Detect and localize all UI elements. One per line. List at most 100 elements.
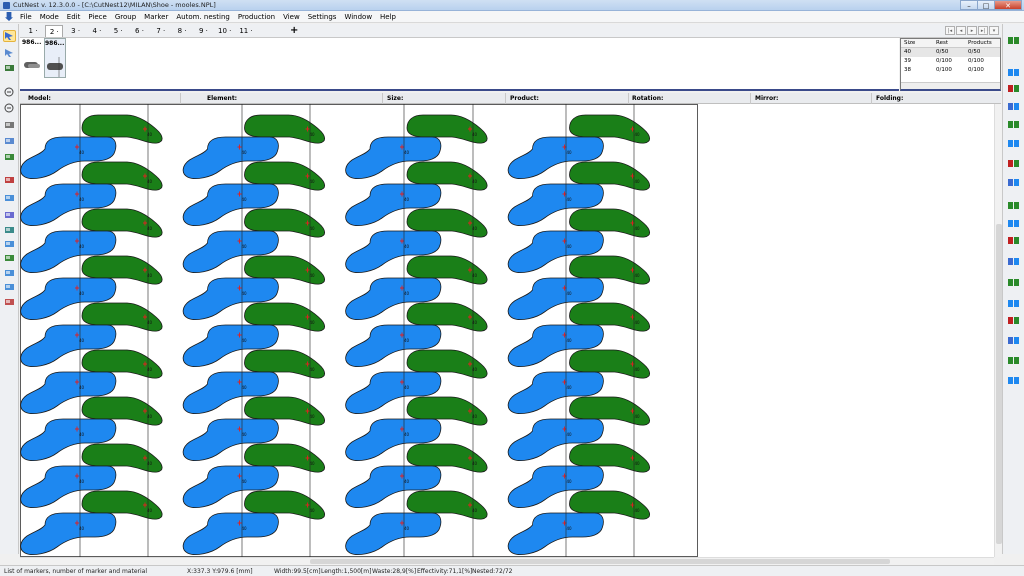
vertical-scrollbar[interactable]	[994, 104, 1002, 557]
side-tool-button-3[interactable]	[1007, 82, 1020, 94]
side-tool-button-16[interactable]	[1007, 334, 1020, 346]
menu-marker[interactable]: Marker	[140, 13, 172, 21]
next-marker-icon[interactable]: ▸	[967, 26, 977, 35]
marker-tab-2[interactable]: 2 ·	[45, 25, 64, 37]
table-row[interactable]: 39 0/100 0/100	[901, 57, 1000, 66]
marker-tab-9[interactable]: 9 ·	[194, 25, 212, 37]
tool-button-5[interactable]	[3, 102, 16, 114]
side-tool-button-9[interactable]	[1007, 199, 1020, 211]
menu-window[interactable]: Window	[340, 13, 376, 21]
side-tool-button-5[interactable]	[1007, 118, 1020, 130]
tool-button-2[interactable]	[3, 47, 16, 59]
tool-button-12[interactable]	[3, 224, 16, 236]
menu-edit[interactable]: Edit	[63, 13, 85, 21]
cell-size: 38	[904, 67, 911, 73]
tool-button-9[interactable]	[3, 174, 16, 186]
tool-button-4[interactable]	[3, 86, 16, 98]
nesting-canvas[interactable]: 40 40 40 40 40 40 40 40 40 40 40 40 40 40 40 40 40 40 40 40…	[20, 104, 994, 557]
prev-marker-icon[interactable]: ◂	[956, 26, 966, 35]
menu-help[interactable]: Help	[376, 13, 400, 21]
side-tool-button-11[interactable]	[1007, 234, 1020, 246]
piece-size-label: 40	[310, 461, 316, 466]
side-tool-button-4[interactable]	[1007, 100, 1020, 112]
tool-button-10[interactable]	[3, 192, 16, 204]
piece-size-label: 40	[404, 244, 410, 249]
column-divider	[382, 93, 383, 104]
scroll-thumb[interactable]	[310, 559, 890, 564]
marker-sheet[interactable]: 40 40 40 40 40 40 40 40 40 40 40 40 40 40 40 40 40 40 40 40…	[20, 104, 994, 557]
marker-tab-3[interactable]: 3 ·	[67, 25, 85, 37]
side-tool-button-7[interactable]	[1007, 157, 1020, 169]
side-tool-button-10[interactable]	[1007, 217, 1020, 229]
piece-size-label: 40	[242, 291, 248, 296]
marker-nav-buttons: |◂ ◂ ▸ ▸| ▾	[945, 26, 999, 35]
side-tool-button-18[interactable]	[1007, 374, 1020, 386]
side-tool-button-12[interactable]	[1007, 255, 1020, 267]
cell-size: 39	[904, 58, 911, 64]
marker-thumbnail-selected[interactable]: 986...	[44, 38, 66, 78]
maximize-button[interactable]: □	[977, 0, 995, 10]
add-marker-button[interactable]: +	[290, 24, 298, 37]
tool-button-14[interactable]	[3, 252, 16, 264]
tool-button-8[interactable]	[3, 151, 16, 163]
marker-tab-11[interactable]: 11 ·	[237, 25, 255, 37]
tool-button-1[interactable]	[3, 30, 16, 42]
menu-settings[interactable]: Settings	[304, 13, 341, 21]
piece-size-label: 40	[310, 179, 316, 184]
tool-button-11[interactable]	[3, 209, 16, 221]
side-tool-button-6[interactable]	[1007, 137, 1020, 149]
column-divider	[871, 93, 872, 104]
marker-thumbnail[interactable]: 986...	[22, 38, 42, 78]
tool-button-13[interactable]	[3, 238, 16, 250]
minimize-button[interactable]: –	[960, 0, 978, 10]
piece-size-label: 40	[404, 291, 410, 296]
cell-size: 40	[904, 49, 911, 55]
piece-info-header: Model: Element: Size: Product: Rotation:…	[20, 93, 1001, 104]
side-tool-button-13[interactable]	[1007, 276, 1020, 288]
dropdown-icon[interactable]: ▾	[989, 26, 999, 35]
side-tool-button-17[interactable]	[1007, 354, 1020, 366]
column-folding: Folding:	[876, 95, 904, 102]
menu-piece[interactable]: Piece	[84, 13, 110, 21]
piece-size-label: 40	[310, 320, 316, 325]
scroll-thumb[interactable]	[996, 224, 1002, 544]
side-tool-button-2[interactable]	[1007, 66, 1020, 78]
marker-tab-7[interactable]: 7 ·	[152, 25, 170, 37]
tool-button-16[interactable]	[3, 281, 16, 293]
side-tool-button-8[interactable]	[1007, 176, 1020, 188]
marker-tab-6[interactable]: 6 ·	[131, 25, 149, 37]
side-tool-button-15[interactable]	[1007, 314, 1020, 326]
menu-mode[interactable]: Mode	[36, 13, 63, 21]
side-tool-button-14[interactable]	[1007, 297, 1020, 309]
piece-size-label: 40	[310, 226, 316, 231]
piece-size-label: 40	[567, 526, 573, 531]
table-row[interactable]: 40 0/50 0/50	[901, 48, 1000, 57]
menu-autom-nesting[interactable]: Autom. nesting	[172, 13, 233, 21]
piece-size-label: 40	[242, 526, 248, 531]
marker-tab-10[interactable]: 10 ·	[216, 25, 234, 37]
marker-tab-8[interactable]: 8 ·	[173, 25, 191, 37]
first-marker-icon[interactable]: |◂	[945, 26, 955, 35]
menu-file[interactable]: File	[16, 13, 36, 21]
size-table-scrollbar[interactable]	[901, 82, 1000, 89]
close-button[interactable]: ✕	[994, 0, 1022, 10]
menu-view[interactable]: View	[279, 13, 304, 21]
table-row[interactable]: 38 0/100 0/100	[901, 66, 1000, 75]
column-mirror: Mirror:	[755, 95, 779, 102]
tool-button-15[interactable]	[3, 267, 16, 279]
last-marker-icon[interactable]: ▸|	[978, 26, 988, 35]
horizontal-scrollbar[interactable]	[20, 557, 994, 565]
side-tool-button-1[interactable]	[1007, 34, 1020, 46]
menu-group[interactable]: Group	[111, 13, 140, 21]
tool-button-7[interactable]	[3, 135, 16, 147]
status-waste: Waste:28,9[%]	[372, 568, 417, 575]
marker-tab-4[interactable]: 4 ·	[88, 25, 106, 37]
tool-button-17[interactable]	[3, 296, 16, 308]
menu-production[interactable]: Production	[234, 13, 279, 21]
tool-button-6[interactable]	[3, 119, 16, 131]
column-divider	[750, 93, 751, 104]
document-icon[interactable]	[5, 12, 13, 21]
tool-button-3[interactable]	[3, 62, 16, 74]
marker-tab-5[interactable]: 5 ·	[109, 25, 127, 37]
marker-tab-1[interactable]: 1 ·	[24, 25, 42, 37]
